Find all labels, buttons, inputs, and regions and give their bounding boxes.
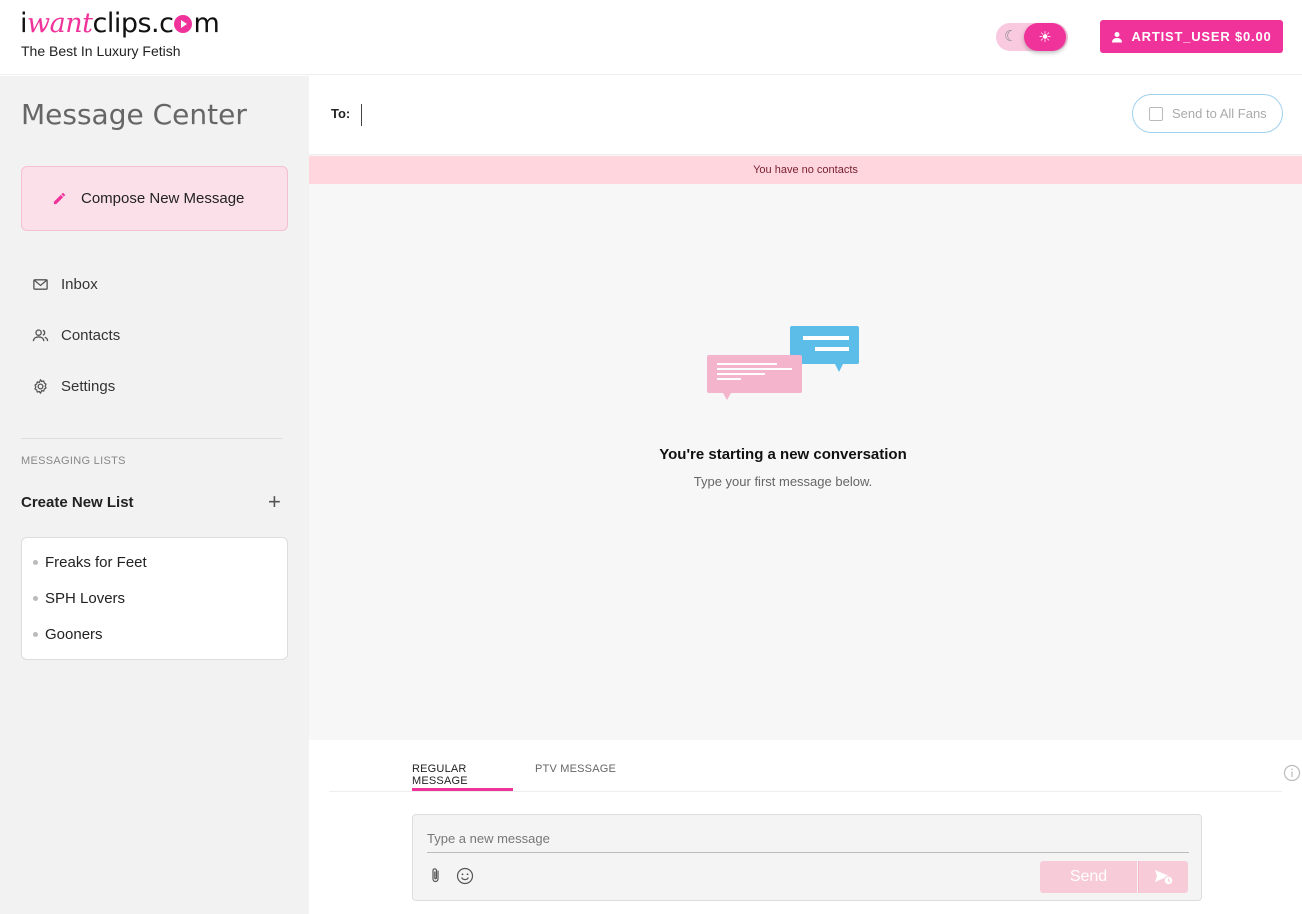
messaging-lists: Freaks for Feet SPH Lovers Gooners: [21, 537, 288, 660]
empty-state-title: You're starting a new conversation: [659, 446, 907, 463]
list-item[interactable]: SPH Lovers: [33, 590, 125, 607]
logo-text-m: m: [193, 8, 220, 39]
list-item[interactable]: Gooners: [33, 626, 103, 643]
add-list-icon[interactable]: +: [268, 490, 281, 514]
page-title: Message Center: [21, 98, 247, 131]
emoji-icon[interactable]: [456, 867, 474, 885]
bullet-icon: [33, 560, 38, 565]
list-item-label: Gooners: [45, 626, 103, 643]
bullet-icon: [33, 632, 38, 637]
message-composer: REGULAR MESSAGE PTV MESSAGE Send: [309, 740, 1302, 914]
list-item-label: Freaks for Feet: [45, 554, 147, 571]
checkbox-icon[interactable]: [1149, 106, 1163, 121]
tab-ptv-message[interactable]: PTV MESSAGE: [535, 763, 616, 791]
compose-label: Compose New Message: [81, 190, 245, 207]
sidebar-item-label: Contacts: [61, 326, 121, 344]
tab-regular-message[interactable]: REGULAR MESSAGE: [412, 763, 513, 791]
chat-bubbles-icon: [707, 326, 859, 400]
user-icon: [1112, 31, 1123, 42]
message-pane: To: Send to All Fans You have no contact…: [309, 76, 1302, 914]
message-input[interactable]: [427, 825, 1189, 853]
pencil-icon: [53, 192, 66, 205]
recipient-input[interactable]: [361, 104, 1061, 126]
account-label: ARTIST_USER $0.00: [1131, 29, 1272, 44]
paperclip-icon[interactable]: [428, 867, 444, 885]
sidebar-item-label: Inbox: [61, 275, 98, 293]
create-new-list-label[interactable]: Create New List: [21, 494, 134, 511]
sidebar-item-inbox[interactable]: Inbox: [32, 272, 98, 296]
list-item[interactable]: Freaks for Feet: [33, 554, 147, 571]
mail-icon: [33, 278, 48, 290]
account-button[interactable]: ARTIST_USER $0.00: [1100, 20, 1283, 53]
bullet-icon: [33, 596, 38, 601]
top-header: iwantclips.c m The Best In Luxury Fetish …: [0, 0, 1302, 75]
schedule-send-button[interactable]: [1138, 861, 1188, 893]
schedule-send-icon: [1154, 870, 1173, 886]
recipient-bar: To: Send to All Fans: [309, 76, 1302, 155]
gear-icon: [34, 378, 47, 394]
sidebar-item-label: Settings: [61, 377, 116, 395]
theme-toggle[interactable]: ☾ ☀: [996, 23, 1068, 51]
play-icon: [174, 15, 193, 33]
compose-new-message-button[interactable]: Compose New Message: [21, 166, 288, 231]
no-contacts-alert: You have no contacts: [309, 156, 1302, 184]
site-tagline: The Best In Luxury Fetish: [21, 43, 181, 59]
sidebar-divider: [21, 438, 282, 439]
list-item-label: SPH Lovers: [45, 590, 126, 607]
send-to-all-fans-toggle[interactable]: Send to All Fans: [1132, 94, 1283, 133]
send-button[interactable]: Send: [1040, 861, 1137, 893]
sidebar-item-contacts[interactable]: Contacts: [32, 323, 120, 347]
sun-icon: ☀: [1024, 23, 1066, 51]
site-logo[interactable]: iwantclips.c m: [20, 8, 220, 40]
people-icon: [32, 328, 49, 341]
messaging-lists-heading: MESSAGING LISTS: [21, 455, 126, 467]
empty-state-subtitle: Type your first message below.: [693, 474, 873, 489]
send-to-all-fans-label: Send to All Fans: [1172, 106, 1267, 121]
logo-text-want: want: [27, 8, 93, 39]
message-box: Send: [412, 814, 1202, 901]
info-icon[interactable]: [1283, 764, 1301, 782]
sidebar-item-settings[interactable]: Settings: [32, 374, 115, 398]
to-label: To:: [331, 106, 351, 121]
sidebar: Message Center Compose New Message Inbox…: [0, 76, 309, 914]
moon-icon: ☾: [1004, 28, 1018, 45]
logo-text-i: i: [20, 8, 28, 39]
message-type-tabs: REGULAR MESSAGE PTV MESSAGE: [329, 740, 1301, 792]
logo-text-clips: clips.c: [92, 8, 174, 39]
